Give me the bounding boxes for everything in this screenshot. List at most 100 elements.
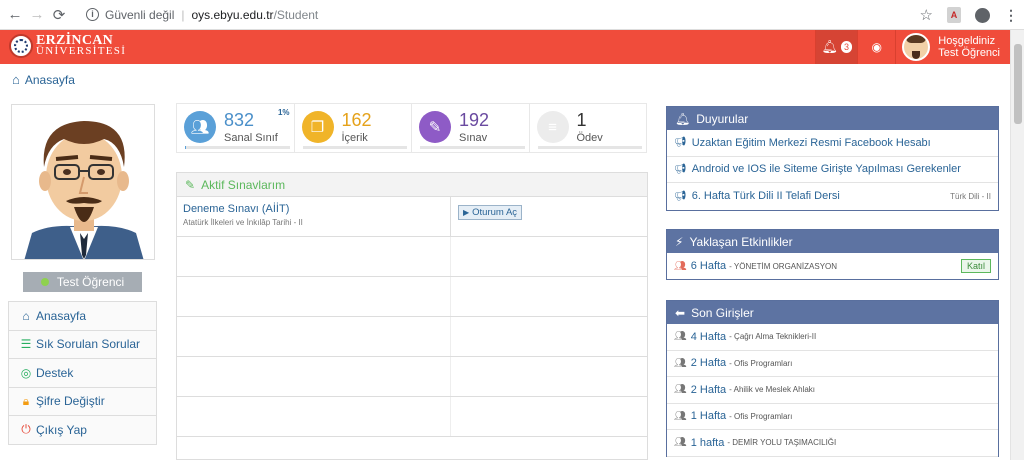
list-item[interactable]: 👥︎ 2 Hafta - Ofis Programları xyxy=(667,351,998,377)
users-icon: 👥︎ xyxy=(674,357,687,369)
university-logo[interactable]: ERZİNCAN ÜNİVERSİTESİ xyxy=(9,34,126,58)
profile-picture xyxy=(11,104,155,260)
users-icon: 👥︎ xyxy=(674,384,687,396)
open-session-label: Oturum Aç xyxy=(472,207,518,218)
power-icon: ⏻ xyxy=(21,422,31,437)
users-icon: 👥︎ xyxy=(184,111,216,143)
events-header: ⚡︎ Yaklaşan Etkinlikler xyxy=(667,230,998,253)
table-row xyxy=(177,397,647,437)
url-host: oys.ebyu.edu.tr xyxy=(191,7,274,22)
login-subtitle: - DEMİR YOLU TAŞIMACILIĞI xyxy=(727,438,837,448)
back-arrow-icon[interactable]: ← xyxy=(4,6,26,23)
address-separator: | xyxy=(181,7,185,22)
lock-icon: 🔒︎ xyxy=(22,393,30,408)
side-menu-item-logout[interactable]: ⏻ Çıkış Yap xyxy=(8,415,157,445)
info-icon[interactable]: i xyxy=(86,8,99,21)
login-title: 1 Hafta xyxy=(690,410,727,423)
event-title[interactable]: 6 Hafta xyxy=(691,260,726,272)
file-icon: ❐ xyxy=(301,111,334,143)
account-icon[interactable] xyxy=(975,7,990,23)
avatar xyxy=(902,33,931,61)
header-user-name: Test Öğrenci xyxy=(938,47,1000,59)
security-label: Güvenli değil xyxy=(105,7,175,22)
stat-label: İçerik xyxy=(341,132,368,144)
stat-virtual-class[interactable]: 👥︎ 832 Sanal Sınıf 1% xyxy=(177,104,295,152)
side-menu-label: Destek xyxy=(36,365,74,380)
table-row xyxy=(177,357,647,397)
side-menu-label: Çıkış Yap xyxy=(36,422,87,437)
lifebuoy-icon: ◎ xyxy=(20,365,32,380)
logo-line2: ÜNİVERSİTESİ xyxy=(36,45,127,57)
active-exams-header: ✎ Aktif Sınavlarım xyxy=(177,173,647,197)
list-item[interactable]: 📢︎ Android ve IOS ile Siteme Girişte Yap… xyxy=(667,157,998,183)
profile-name: Test Öğrenci xyxy=(56,275,125,289)
stat-content[interactable]: ❐ 162 İçerik xyxy=(295,104,412,152)
megaphone-icon: 📢︎ xyxy=(674,163,687,175)
university-seal-icon xyxy=(9,34,33,58)
address-bar[interactable]: i Güvenli değil | oys.ebyu.edu.tr/Studen… xyxy=(86,8,318,22)
announcements-title: Duyurular xyxy=(696,111,749,126)
users-icon: 👥︎ xyxy=(674,437,687,449)
side-menu-label: Şifre Değiştir xyxy=(36,394,105,409)
login-subtitle: - Ofis Programları xyxy=(729,358,793,368)
login-title: 2 Hafta xyxy=(690,357,727,370)
play-icon: ▶ xyxy=(463,208,470,217)
notifications-button[interactable]: 🔔︎ 3 xyxy=(815,30,858,64)
reload-icon[interactable]: ⟳ xyxy=(48,6,70,24)
pencil-icon: ✎ xyxy=(185,177,196,192)
login-subtitle: - Çağrı Alma Teknikleri-II xyxy=(729,332,817,342)
pdf-extension-icon[interactable]: A xyxy=(947,7,961,23)
breadcrumb[interactable]: ⌂ Anasayfa xyxy=(12,72,75,87)
login-subtitle: - Ofis Programları xyxy=(729,411,793,421)
list-item[interactable]: 👥︎ 4 Hafta - Çağrı Alma Teknikleri-II xyxy=(667,324,998,351)
scrollbar-thumb[interactable] xyxy=(1014,44,1022,124)
star-icon[interactable]: ☆ xyxy=(920,6,933,24)
recent-logins-panel: ⬅︎ Son Girişler 👥︎ 4 Hafta - Çağrı Alma … xyxy=(666,300,999,457)
list-item[interactable]: 📢︎ 6. Hafta Türk Dili II Telafi Dersi Tü… xyxy=(667,183,998,210)
open-session-button[interactable]: ▶ Oturum Aç xyxy=(458,205,523,220)
login-title: 2 Hafta xyxy=(690,383,727,396)
pencil-icon: ✎ xyxy=(419,111,451,143)
users-icon: 👥︎ xyxy=(674,410,687,422)
user-menu[interactable]: Hoşgeldiniz Test Öğrenci xyxy=(895,30,1010,64)
forward-arrow-icon[interactable]: → xyxy=(26,6,48,23)
view-toggle-button[interactable]: ◉ xyxy=(857,30,895,64)
list-item[interactable]: 👥︎ 2 Hafta - Ahilik ve Meslek Ahlakı xyxy=(667,377,998,404)
join-button[interactable]: Katıl xyxy=(960,259,991,273)
announcement-tag: Türk Dili - II xyxy=(950,191,991,201)
events-panel: ⚡︎ Yaklaşan Etkinlikler 👥︎ 6 Hafta - YÖN… xyxy=(666,229,999,280)
table-row xyxy=(177,277,647,317)
stat-label: Ödev xyxy=(576,132,603,144)
list-item[interactable]: 👥︎ 1 Hafta - Ofis Programları xyxy=(667,404,998,430)
arrow-left-icon: ⬅︎ xyxy=(675,305,686,320)
home-icon: ⌂ xyxy=(22,308,30,323)
list-icon: ☰ xyxy=(20,337,32,352)
menu-dots-icon[interactable]: ⋮ xyxy=(1004,7,1018,24)
active-exams-title: Aktif Sınavlarım xyxy=(201,177,286,192)
events-title: Yaklaşan Etkinlikler xyxy=(689,234,793,249)
stat-progress-bar xyxy=(537,146,642,149)
eye-icon: ◉ xyxy=(871,40,882,54)
list-item[interactable]: 📢︎ Uzaktan Eğitim Merkezi Resmi Facebook… xyxy=(667,130,998,157)
login-title: 4 Hafta xyxy=(690,330,727,343)
side-menu-item-support[interactable]: ◎ Destek xyxy=(8,358,157,388)
breadcrumb-home[interactable]: Anasayfa xyxy=(25,73,75,87)
page-scrollbar[interactable] xyxy=(1010,30,1024,460)
side-menu-item-change-password[interactable]: 🔒︎ Şifre Değiştir xyxy=(8,386,157,416)
side-menu-item-anasayfa[interactable]: ⌂ Anasayfa xyxy=(8,301,157,331)
home-icon: ⌂ xyxy=(12,72,20,87)
users-icon: 👥︎ xyxy=(674,260,687,272)
exam-name[interactable]: Deneme Sınavı (AİİT) xyxy=(183,203,444,215)
list-item[interactable]: 👥︎ 1 hafta - DEMİR YOLU TAŞIMACILIĞI xyxy=(667,430,998,457)
megaphone-icon: 📢︎ xyxy=(674,190,687,202)
side-menu-item-faq[interactable]: ☰ Sık Sorulan Sorular xyxy=(8,329,157,359)
event-subtitle: - YÖNETİM ORGANİZASYON xyxy=(729,261,838,271)
announcement-text: 6. Hafta Türk Dili II Telafi Dersi xyxy=(691,190,840,203)
recent-logins-title: Son Girişler xyxy=(691,305,754,320)
stat-label: Sınav xyxy=(459,132,488,144)
stats-bar: 👥︎ 832 Sanal Sınıf 1% ❐ 162 İçerik ✎ 192… xyxy=(176,103,647,153)
stat-exam[interactable]: ✎ 192 Sınav xyxy=(412,104,530,152)
stat-homework[interactable]: ≡ 1 Ödev xyxy=(530,104,647,152)
bell-icon: 🔔︎ xyxy=(675,111,691,126)
stat-value: 192 xyxy=(459,110,490,130)
